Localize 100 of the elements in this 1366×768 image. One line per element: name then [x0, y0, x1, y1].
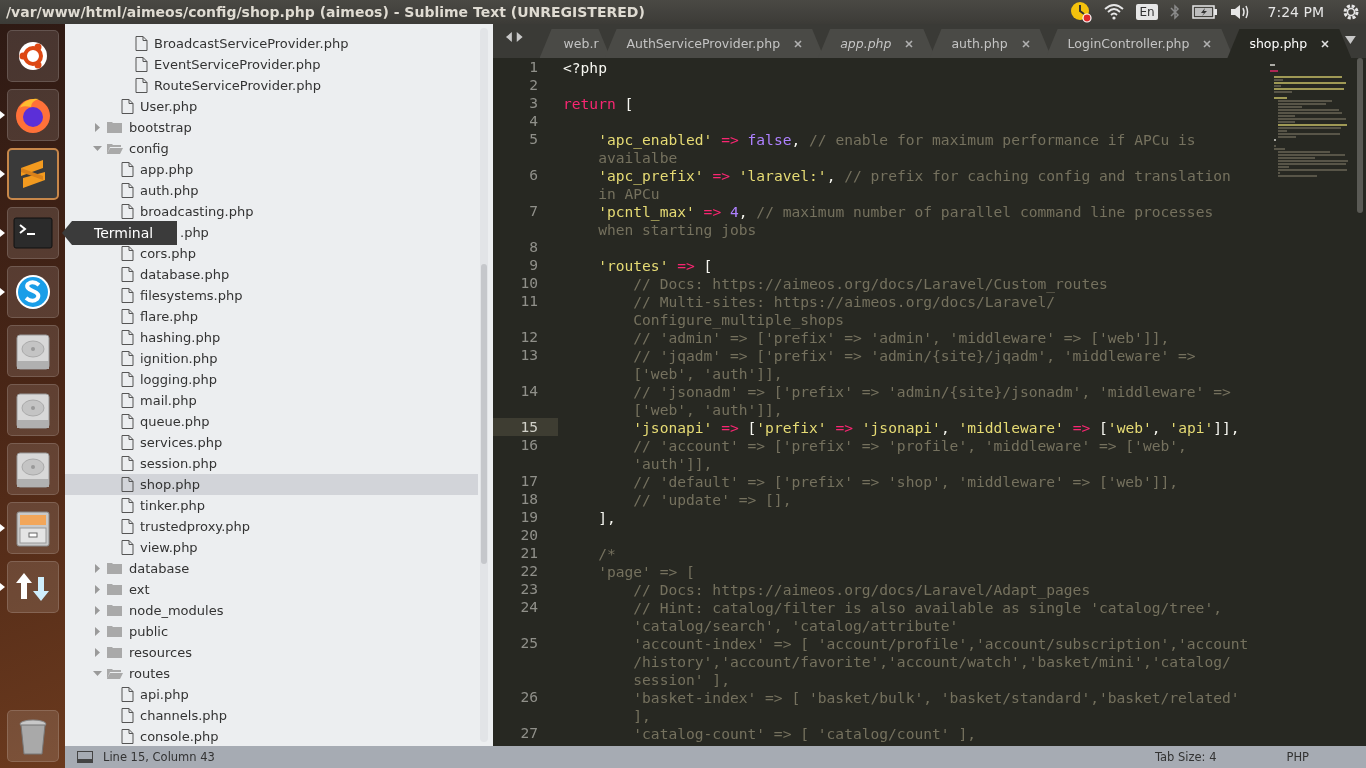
- file-icon: [121, 99, 134, 114]
- settings-icon[interactable]: [1342, 3, 1360, 21]
- code-line: 'routes' => [: [597, 256, 713, 274]
- tree-row[interactable]: app.php: [65, 159, 478, 180]
- tree-row[interactable]: broadcasting.php: [65, 201, 478, 222]
- folder-icon: [107, 604, 123, 617]
- file-icon: [121, 204, 134, 219]
- folder-name: public: [129, 624, 169, 639]
- line-number: 6: [529, 166, 538, 183]
- tree-row[interactable]: logging.php: [65, 369, 478, 390]
- tree-row[interactable]: ext: [65, 579, 478, 600]
- keyboard-layout-indicator[interactable]: En: [1136, 4, 1158, 20]
- folder-name: config: [129, 141, 169, 156]
- file-icon: [121, 540, 134, 555]
- file-name: User.php: [140, 99, 198, 114]
- code-line: 'catalog-count' => [ 'catalog/count' ],: [632, 724, 976, 742]
- code-line: // Hint: catalog/filter is also available as single 'catalog/tree',: [632, 598, 1222, 616]
- code-line: // 'jqadm' => ['prefix' => 'admin/{site}/jqadm', 'middleware' =>: [632, 346, 1196, 364]
- code-line: ],: [632, 706, 651, 724]
- tree-row[interactable]: session.php: [65, 453, 478, 474]
- code-line: session' ],: [632, 670, 730, 688]
- line-number: 12: [520, 328, 538, 345]
- tree-row[interactable]: public: [65, 621, 478, 642]
- file-icon: [121, 414, 134, 429]
- clock-alert-icon[interactable]: [1070, 1, 1093, 23]
- code-line: /history','account/favorite','account/watch','basket/mini','catalog/: [632, 652, 1231, 670]
- cursor-position: Line 15, Column 43: [103, 750, 215, 764]
- tree-row[interactable]: mail.php: [65, 390, 478, 411]
- volume-icon[interactable]: [1229, 4, 1250, 20]
- file-name: RouteServiceProvider.php: [154, 78, 321, 93]
- tree-row[interactable]: shop.php: [65, 474, 478, 495]
- folder-name: database: [129, 561, 190, 576]
- tree-row[interactable]: BroadcastServiceProvider.php: [65, 33, 478, 54]
- tree-row[interactable]: trustedproxy.php: [65, 516, 478, 537]
- tree-row[interactable]: console.php: [65, 726, 478, 746]
- file-icon: [135, 57, 148, 72]
- tree-row[interactable]: hashing.php: [65, 327, 478, 348]
- clock-time[interactable]: 7:24 PM: [1267, 4, 1324, 20]
- code-line: 'auth']],: [632, 454, 713, 472]
- dropdown-arrow-icon[interactable]: [1345, 36, 1356, 44]
- tree-row[interactable]: routes: [65, 663, 478, 684]
- tree-row[interactable]: bootstrap: [65, 117, 478, 138]
- panel-icon[interactable]: [77, 751, 93, 763]
- file-name: view.php: [140, 540, 198, 555]
- file-name: services.php: [140, 435, 223, 450]
- tree-row[interactable]: node_modules: [65, 600, 478, 621]
- window-title: /var/www/html/aimeos/config/shop.php (aimeos) - Sublime Text (UNREGISTERED): [6, 4, 645, 20]
- tree-row[interactable]: queue.php: [65, 411, 478, 432]
- file-icon: [121, 708, 134, 723]
- tree-row[interactable]: tinker.php: [65, 495, 478, 516]
- tree-row[interactable]: view.php: [65, 537, 478, 558]
- tree-row[interactable]: EventServiceProvider.php: [65, 54, 478, 75]
- tree-row[interactable]: auth.php: [65, 180, 478, 201]
- file-icon: [121, 351, 134, 366]
- code-line: <?php: [562, 58, 607, 76]
- editor-tab[interactable]: shop.php: [1227, 29, 1352, 58]
- tree-row[interactable]: config: [65, 138, 478, 159]
- line-number: 20: [520, 526, 538, 543]
- line-number: 11: [520, 292, 538, 309]
- tree-row[interactable]: User.php: [65, 96, 478, 117]
- file-name: EventServiceProvider.php: [154, 57, 321, 72]
- tree-row[interactable]: database.php: [65, 264, 478, 285]
- bluetooth-icon[interactable]: [1169, 4, 1180, 20]
- code-line: 'basket-index' => [ 'basket/bulk', 'basket/standard','basket/related': [632, 688, 1240, 706]
- file-name: console.php: [140, 729, 219, 744]
- file-name: app.php: [140, 162, 194, 177]
- file-name: database.php: [140, 267, 230, 282]
- code-line: 'apc_prefix' => 'laravel:', // prefix for caching config and translation: [597, 166, 1231, 184]
- code-line: 'pcntl_max' => 4, // maximum number of parallel command line processes: [597, 202, 1214, 220]
- line-number: 8: [529, 238, 538, 255]
- tab-size[interactable]: Tab Size: 4: [1154, 750, 1217, 764]
- tree-row[interactable]: resources: [65, 642, 478, 663]
- tree-row[interactable]: api.php: [65, 684, 478, 705]
- tree-row[interactable]: database: [65, 558, 478, 579]
- file-name: cors.php: [140, 246, 197, 261]
- code-line: // 'jsonadm' => ['prefix' => 'admin/{site}/jsonadm', 'middleware' =>: [632, 382, 1231, 400]
- code-line: availalbe: [597, 148, 678, 166]
- tree-row[interactable]: services.php: [65, 432, 478, 453]
- scrollbar[interactable]: [480, 26, 488, 744]
- syntax-mode[interactable]: PHP: [1286, 750, 1309, 764]
- code-line: // Multi-sites: https://aimeos.org/docs/Laravel/: [632, 292, 1056, 310]
- tree-row[interactable]: ignition.php: [65, 348, 478, 369]
- file-name: hashing.php: [140, 330, 221, 345]
- wifi-icon[interactable]: [1104, 4, 1125, 20]
- tree-row[interactable]: filesystems.php: [65, 285, 478, 306]
- code-line: 'account-index' => [ 'account/profile','account/subscription','account: [632, 634, 1249, 652]
- file-name: broadcasting.php: [140, 204, 254, 219]
- code-line: ],: [597, 508, 616, 526]
- tree-row[interactable]: cors.php: [65, 243, 478, 264]
- launcher-item[interactable]: [6, 148, 59, 200]
- tree-row[interactable]: channels.php: [65, 705, 478, 726]
- code-line: return [: [562, 94, 634, 112]
- tree-row[interactable]: RouteServiceProvider.php: [65, 75, 478, 96]
- folder-icon: [107, 625, 123, 638]
- battery-icon[interactable]: [1191, 5, 1218, 19]
- file-name: session.php: [140, 456, 217, 471]
- tree-row[interactable]: flare.php: [65, 306, 478, 327]
- code-line: Configure_multiple_shops: [632, 310, 845, 328]
- code-line: // 'default' => ['prefix' => 'shop', 'middleware' => ['web']],: [632, 472, 1179, 490]
- code-line: // Docs: https://aimeos.org/docs/Laravel/Custom_routes: [632, 274, 1108, 292]
